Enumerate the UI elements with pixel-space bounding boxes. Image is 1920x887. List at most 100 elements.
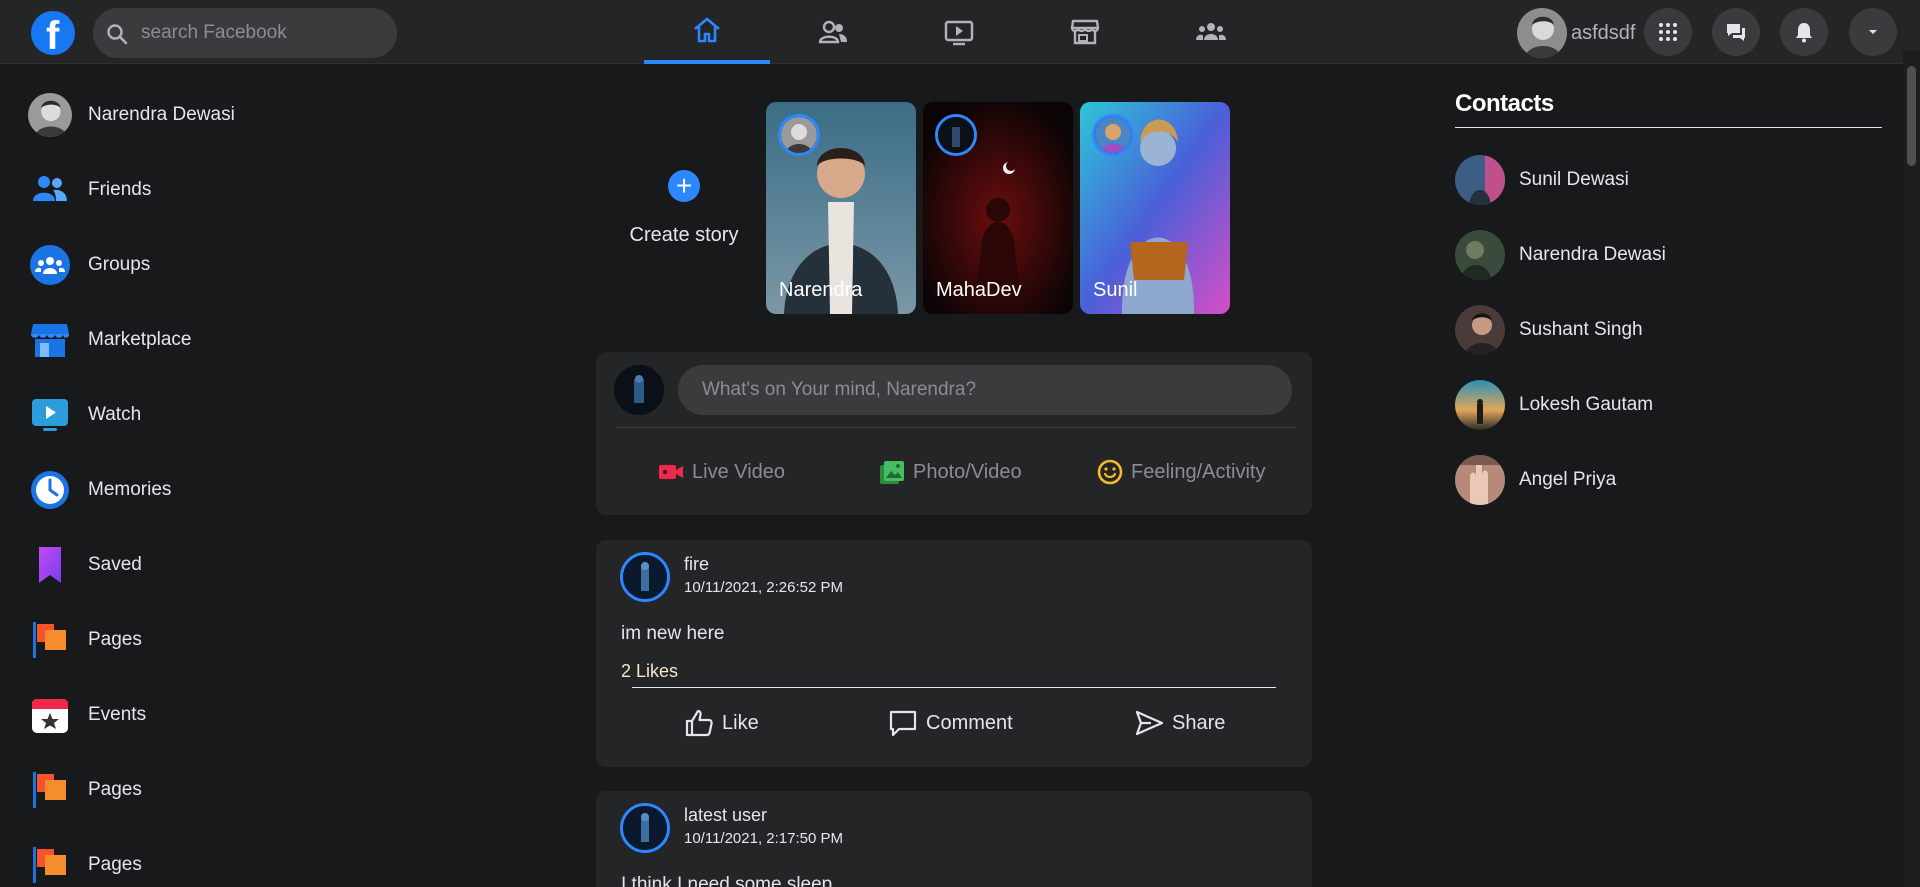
plus-icon: +	[668, 170, 700, 202]
sidebar-item-label: Memories	[88, 479, 172, 500]
photo-video-icon	[880, 461, 904, 484]
sidebar-item-marketplace[interactable]: Marketplace	[24, 314, 384, 366]
sidebar-item-label: Pages	[88, 629, 142, 650]
profile-name: asfdsdf	[1571, 21, 1636, 44]
marketplace-icon	[31, 324, 69, 357]
share-label: Share	[1172, 711, 1226, 734]
contact-item[interactable]: Narendra Dewasi	[1455, 230, 1815, 280]
page-scrollbar[interactable]	[1903, 50, 1920, 887]
pages-icon	[33, 772, 66, 808]
feeling-activity-button[interactable]: Feeling/Activity	[1097, 452, 1266, 492]
story-name: Sunil	[1093, 279, 1138, 301]
facebook-logo-icon[interactable]: f	[31, 11, 75, 58]
avatar	[1517, 8, 1567, 58]
sidebar-item-watch[interactable]: Watch	[24, 389, 384, 441]
whats-on-your-mind-input[interactable]: What's on Your mind, Narendra?	[678, 365, 1292, 415]
scrollbar-thumb[interactable]	[1907, 66, 1916, 166]
logo-letter: f	[46, 14, 60, 58]
memories-icon	[31, 471, 69, 509]
contact-name: Sunil Dewasi	[1519, 169, 1629, 190]
sidebar-item-groups[interactable]: Groups	[24, 239, 384, 291]
menu-grid-icon	[1659, 23, 1677, 41]
avatar	[614, 365, 664, 415]
avatar[interactable]	[620, 803, 670, 853]
pages-icon	[33, 622, 66, 658]
sidebar-item-label: Saved	[88, 554, 142, 575]
sidebar-item-pages[interactable]: Pages	[24, 839, 384, 887]
contact-item[interactable]: Lokesh Gautam	[1455, 380, 1815, 430]
sidebar-item-events[interactable]: Events	[24, 689, 384, 741]
tab-groups[interactable]	[1148, 0, 1274, 64]
live-video-icon	[659, 465, 683, 479]
account-dropdown-button[interactable]	[1849, 8, 1897, 56]
sidebar-profile[interactable]: Narendra Dewasi	[24, 89, 384, 141]
sidebar-item-label: Groups	[88, 254, 151, 275]
photo-video-button[interactable]: Photo/Video	[879, 452, 1022, 492]
sidebar-item-friends[interactable]: Friends	[24, 164, 384, 216]
marketplace-icon	[1070, 19, 1100, 45]
notifications-button[interactable]	[1780, 8, 1828, 56]
sidebar-item-label: Marketplace	[88, 329, 192, 350]
saved-icon	[39, 547, 61, 583]
avatar[interactable]	[620, 552, 670, 602]
home-icon	[694, 17, 720, 43]
dropdown-caret-icon	[1869, 30, 1877, 34]
live-video-button[interactable]: Live Video	[658, 452, 785, 492]
contact-item[interactable]: Angel Priya	[1455, 455, 1815, 505]
search-box[interactable]	[93, 8, 397, 58]
contact-item[interactable]: Sushant Singh	[1455, 305, 1815, 355]
story-card[interactable]: Sunil	[1080, 102, 1230, 314]
divider	[632, 687, 1276, 688]
sidebar-item-pages[interactable]: Pages	[24, 614, 384, 666]
sidebar-item-label: Events	[88, 704, 147, 725]
create-story-button[interactable]: + Create story	[616, 170, 752, 247]
contacts-heading: Contacts	[1455, 90, 1554, 117]
like-button[interactable]: Like	[684, 703, 759, 743]
profile-photo	[28, 93, 72, 137]
sidebar-item-pages[interactable]: Pages	[24, 764, 384, 816]
tab-friends[interactable]	[770, 0, 896, 64]
friends-icon	[818, 20, 847, 44]
feeling-activity-label: Feeling/Activity	[1131, 460, 1266, 483]
contact-name: Sushant Singh	[1519, 319, 1643, 340]
messenger-button[interactable]	[1712, 8, 1760, 56]
story-card[interactable]: MahaDev	[923, 102, 1073, 314]
groups-icon	[1196, 23, 1226, 40]
profile-chip[interactable]: asfdsdf	[1517, 8, 1635, 58]
watch-icon	[944, 20, 974, 46]
post-card: fire 10/11/2021, 2:26:52 PM im new here …	[596, 540, 1312, 767]
sidebar-item-saved[interactable]: Saved	[24, 539, 384, 591]
search-input[interactable]	[141, 8, 381, 58]
contact-name: Lokesh Gautam	[1519, 394, 1654, 415]
post-card: latest user 10/11/2021, 2:17:50 PM I thi…	[596, 791, 1312, 887]
top-navigation-bar: f asfdsdf	[0, 0, 1920, 64]
post-likes-count[interactable]: 2 Likes	[621, 661, 678, 682]
tab-home[interactable]	[644, 0, 770, 64]
post-author[interactable]: latest user	[684, 805, 767, 826]
sidebar-item-label: Watch	[88, 404, 142, 425]
sidebar-item-memories[interactable]: Memories	[24, 464, 384, 516]
sidebar-item-label: Pages	[88, 854, 142, 875]
menu-button[interactable]	[1644, 8, 1692, 56]
sidebar-item-label: Pages	[88, 779, 142, 800]
post-author[interactable]: fire	[684, 554, 709, 575]
search-icon	[107, 24, 128, 45]
live-video-label: Live Video	[692, 460, 786, 483]
contact-name: Angel Priya	[1519, 469, 1617, 490]
share-button[interactable]: Share	[1134, 703, 1225, 743]
post-text: im new here	[621, 623, 725, 644]
events-icon	[32, 699, 68, 733]
contact-item[interactable]: Sunil Dewasi	[1455, 155, 1815, 205]
avatar	[1455, 455, 1505, 505]
like-label: Like	[722, 711, 759, 734]
pages-icon	[33, 847, 66, 883]
tab-marketplace[interactable]	[1022, 0, 1148, 64]
groups-icon	[30, 245, 70, 285]
story-card[interactable]: Narendra	[766, 102, 916, 314]
tab-watch[interactable]	[896, 0, 1022, 64]
photo-video-label: Photo/Video	[913, 460, 1022, 483]
comment-button[interactable]: Comment	[888, 703, 1013, 743]
avatar	[1455, 380, 1505, 430]
friends-icon	[33, 176, 67, 201]
story-name: Narendra	[779, 279, 863, 301]
